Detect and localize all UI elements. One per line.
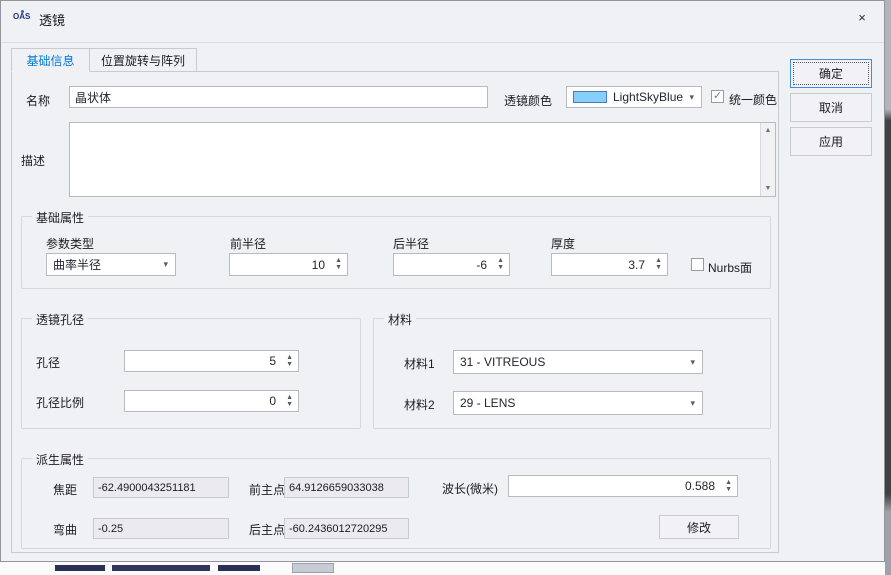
aperture-ratio-value: 0: [269, 394, 276, 408]
description-textarea[interactable]: [69, 122, 776, 197]
scrollbar-up-icon[interactable]: ▲: [761, 127, 775, 134]
occluded-text-fragment: [218, 565, 260, 571]
wavelength-spinner[interactable]: 0.588 ▲▼: [508, 475, 738, 497]
ok-button[interactable]: 确定: [790, 59, 872, 88]
material2-dropdown[interactable]: 29 - LENS ▾: [453, 391, 703, 415]
param-type-dropdown[interactable]: 曲率半径 ▾: [46, 253, 176, 276]
nurbs-checkbox[interactable]: [691, 258, 704, 271]
spinner-up-icon[interactable]: ▲: [286, 355, 293, 361]
front-principal-value: 64.9126659033038: [284, 477, 409, 498]
material2-value: 29 - LENS: [460, 396, 515, 410]
occluded-text-fragment: [112, 565, 210, 571]
lens-dialog-screen: OAS 透镜 × 基础信息 位置旋转与阵列 确定 取消 应用 名称 透镜颜色 L…: [0, 0, 891, 575]
thickness-spinner[interactable]: 3.7 ▲▼: [551, 253, 668, 276]
param-type-value: 曲率半径: [53, 256, 101, 273]
chevron-down-icon: ▾: [690, 357, 695, 368]
back-principal-value: -60.2436012720295: [284, 518, 409, 539]
front-radius-spinner[interactable]: 10 ▲▼: [229, 253, 348, 276]
scrollbar-down-icon[interactable]: ▼: [761, 185, 775, 192]
aperture-label: 孔径: [36, 354, 60, 371]
spinner-up-icon[interactable]: ▲: [725, 480, 732, 486]
lens-dialog: OAS 透镜 × 基础信息 位置旋转与阵列 确定 取消 应用 名称 透镜颜色 L…: [0, 0, 885, 562]
front-radius-label: 前半径: [230, 235, 266, 252]
material-title: 材料: [384, 311, 416, 328]
spinner-down-icon[interactable]: ▼: [286, 362, 293, 368]
front-radius-value: 10: [312, 258, 325, 272]
occluded-widget-fragment: [292, 563, 334, 573]
back-radius-value: -6: [476, 258, 487, 272]
cancel-button[interactable]: 取消: [790, 93, 872, 122]
lens-color-label: 透镜颜色: [504, 92, 552, 109]
lens-color-value: LightSkyBlue: [613, 90, 683, 104]
basic-properties-title: 基础属性: [32, 209, 88, 226]
unify-color-label: 统一颜色: [729, 91, 777, 108]
material2-label: 材料2: [404, 396, 435, 413]
aperture-value: 5: [269, 354, 276, 368]
unify-color-checkbox[interactable]: ✓: [711, 90, 724, 103]
lens-aperture-group: 透镜孔径: [21, 318, 361, 429]
back-radius-label: 后半径: [393, 235, 429, 252]
bending-value: -0.25: [93, 518, 229, 539]
bending-label: 弯曲: [53, 521, 77, 538]
background-window-strip: [0, 563, 885, 575]
title-bar: OAS 透镜 ×: [1, 1, 884, 43]
material1-label: 材料1: [404, 355, 435, 372]
lens-aperture-title: 透镜孔径: [32, 311, 88, 328]
thickness-label: 厚度: [551, 235, 575, 252]
description-label: 描述: [21, 152, 45, 169]
spinner-down-icon[interactable]: ▼: [286, 402, 293, 408]
modify-button[interactable]: 修改: [659, 515, 739, 539]
focal-length-label: 焦距: [53, 481, 77, 498]
aperture-ratio-spinner[interactable]: 0 ▲▼: [124, 390, 299, 412]
tab-position-rotation-array[interactable]: 位置旋转与阵列: [90, 48, 197, 72]
aperture-ratio-label: 孔径比例: [36, 394, 84, 411]
focal-length-value: -62.4900043251181: [93, 477, 229, 498]
background-viewport-strip: [885, 0, 891, 575]
name-label: 名称: [26, 92, 50, 109]
back-principal-label: 后主点: [249, 521, 285, 538]
apply-button[interactable]: 应用: [790, 127, 872, 156]
wavelength-value: 0.588: [685, 479, 715, 493]
wavelength-label: 波长(微米): [442, 480, 498, 497]
param-type-label: 参数类型: [46, 235, 94, 252]
color-swatch: [573, 91, 607, 103]
description-scrollbar[interactable]: ▲ ▼: [760, 123, 775, 196]
tab-basic-info[interactable]: 基础信息: [11, 48, 90, 72]
spinner-down-icon[interactable]: ▼: [725, 487, 732, 493]
material1-dropdown[interactable]: 31 - VITREOUS ▾: [453, 350, 703, 374]
derived-properties-title: 派生属性: [32, 451, 88, 468]
occluded-text-fragment: [55, 565, 105, 571]
spinner-up-icon[interactable]: ▲: [286, 395, 293, 401]
thickness-value: 3.7: [628, 258, 645, 272]
spinner-down-icon[interactable]: ▼: [655, 265, 662, 271]
close-icon[interactable]: ×: [849, 5, 875, 29]
lens-color-dropdown[interactable]: LightSkyBlue ▾: [566, 86, 702, 108]
material1-value: 31 - VITREOUS: [460, 355, 545, 369]
aperture-spinner[interactable]: 5 ▲▼: [124, 350, 299, 372]
name-input[interactable]: [69, 86, 488, 108]
back-radius-spinner[interactable]: -6 ▲▼: [393, 253, 510, 276]
chevron-down-icon: ▾: [690, 398, 695, 409]
nurbs-label: Nurbs面: [708, 259, 752, 276]
checkmark-icon: ✓: [713, 90, 722, 102]
chevron-down-icon: ▾: [689, 92, 694, 103]
spinner-down-icon[interactable]: ▼: [497, 265, 504, 271]
oas-logo-icon: OAS: [13, 12, 33, 26]
front-principal-label: 前主点: [249, 481, 285, 498]
dialog-title: 透镜: [39, 10, 65, 29]
chevron-down-icon: ▾: [163, 259, 168, 270]
spinner-down-icon[interactable]: ▼: [335, 265, 342, 271]
